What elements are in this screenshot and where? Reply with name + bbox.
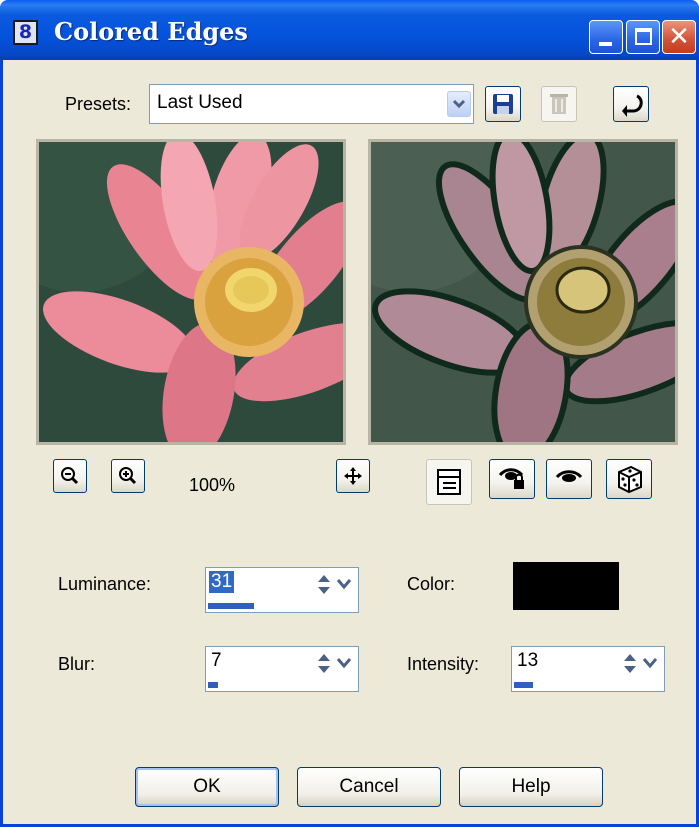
intensity-spinner[interactable]: 13: [511, 646, 665, 692]
blur-slider-fill: [208, 682, 219, 688]
ok-button[interactable]: OK: [135, 767, 279, 807]
blur-slider[interactable]: [208, 682, 356, 688]
zoom-in-icon: [119, 467, 137, 485]
spin-arrows-icon[interactable]: [314, 571, 356, 599]
lotus-result-image: [371, 142, 675, 442]
zoom-out-button[interactable]: [53, 459, 87, 493]
colored-edges-dialog: 8 Colored Edges ✕ Presets: Last Used 100…: [0, 0, 699, 827]
color-swatch[interactable]: [513, 562, 619, 610]
preview-panel-icon: [437, 469, 461, 495]
maximize-icon: [635, 28, 652, 45]
presets-dropdown[interactable]: Last Used: [149, 84, 474, 124]
original-preview[interactable]: [36, 139, 346, 445]
luminance-label: Luminance:: [58, 574, 152, 594]
window-title: Colored Edges: [54, 17, 248, 46]
randomize-button[interactable]: [606, 459, 652, 499]
reset-button[interactable]: [613, 86, 649, 122]
close-button[interactable]: ✕: [662, 20, 696, 54]
luminance-slider[interactable]: [208, 603, 356, 609]
eye-icon: [555, 470, 583, 482]
move-icon: [344, 467, 362, 485]
spin-arrows-icon[interactable]: [314, 650, 356, 678]
presets-dropdown-button[interactable]: [447, 91, 471, 117]
pan-button[interactable]: [336, 459, 370, 493]
zoom-level: 100%: [189, 475, 236, 495]
trash-icon: [550, 94, 568, 114]
intensity-value[interactable]: 13: [515, 650, 540, 672]
presets-label: Presets:: [65, 94, 132, 114]
intensity-label: Intensity:: [407, 654, 480, 674]
eye-lock-icon: [498, 468, 524, 489]
intensity-slider-fill: [514, 682, 534, 688]
lotus-original-image: [39, 142, 343, 442]
save-icon: [493, 94, 513, 114]
delete-preset-button[interactable]: [541, 86, 577, 122]
color-label: Color:: [407, 574, 456, 594]
luminance-slider-fill: [208, 603, 254, 609]
minimize-icon: [599, 42, 612, 46]
spin-arrows-icon[interactable]: [620, 650, 662, 678]
presets-value: Last Used: [157, 92, 243, 113]
minimize-button[interactable]: [589, 20, 623, 54]
reset-icon: [622, 94, 643, 117]
dice-icon: [618, 465, 642, 494]
close-icon: ✕: [668, 22, 690, 52]
maximize-button[interactable]: [626, 20, 660, 54]
show-preview-toggle[interactable]: [426, 459, 472, 505]
luminance-spinner[interactable]: 31: [205, 567, 359, 613]
proof-button[interactable]: [546, 459, 592, 499]
blur-label: Blur:: [58, 654, 96, 674]
result-preview[interactable]: [368, 139, 678, 445]
intensity-slider[interactable]: [514, 682, 662, 688]
proof-lock-button[interactable]: [489, 459, 535, 499]
blur-spinner[interactable]: 7: [205, 646, 359, 692]
luminance-value[interactable]: 31: [209, 571, 235, 593]
help-button[interactable]: Help: [459, 767, 603, 807]
cancel-button[interactable]: Cancel: [297, 767, 441, 807]
chevron-down-icon: [452, 99, 466, 109]
zoom-out-icon: [61, 467, 79, 485]
app-icon: 8: [13, 20, 38, 45]
blur-value[interactable]: 7: [209, 650, 224, 672]
zoom-in-button[interactable]: [111, 459, 145, 493]
save-preset-button[interactable]: [485, 86, 521, 122]
title-bar[interactable]: 8 Colored Edges ✕: [0, 0, 699, 60]
